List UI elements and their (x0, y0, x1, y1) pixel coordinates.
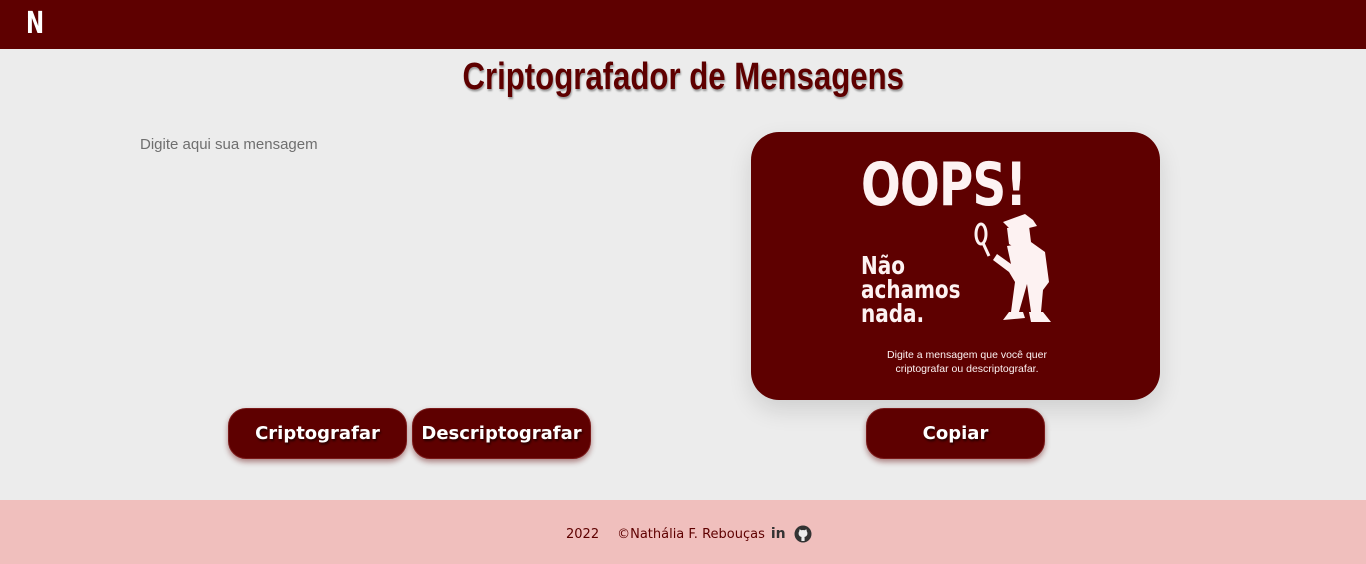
result-hint: Digite a mensagem que você quer criptogr… (887, 349, 1047, 375)
footer-author: ©Nathália F. Rebouças (617, 526, 765, 542)
footer-content: 2022 ©Nathália F. Rebouças in (566, 525, 812, 543)
page-title-text: Criptografador de Mensagens (462, 56, 904, 98)
logo[interactable]: N (26, 6, 44, 41)
result-card: OOPS! Não achamos nada. Digite a mensage… (751, 132, 1160, 400)
not-found-text: Não achamos nada. (861, 251, 961, 328)
footer: 2022 ©Nathália F. Rebouças in (0, 500, 1366, 564)
top-bar: N (0, 0, 1366, 49)
detective-icon (974, 214, 1051, 322)
decrypt-button[interactable]: Descriptografar (412, 408, 591, 459)
message-input[interactable] (130, 128, 690, 378)
encrypt-button[interactable]: Criptografar (228, 408, 407, 459)
page-title: Criptografador de Mensagens (0, 56, 1366, 99)
github-icon[interactable] (794, 525, 812, 543)
linkedin-icon[interactable]: in (771, 526, 786, 542)
footer-year: 2022 (566, 526, 600, 542)
copy-button[interactable]: Copiar (866, 408, 1045, 459)
oops-headline: OOPS! (861, 150, 1027, 220)
